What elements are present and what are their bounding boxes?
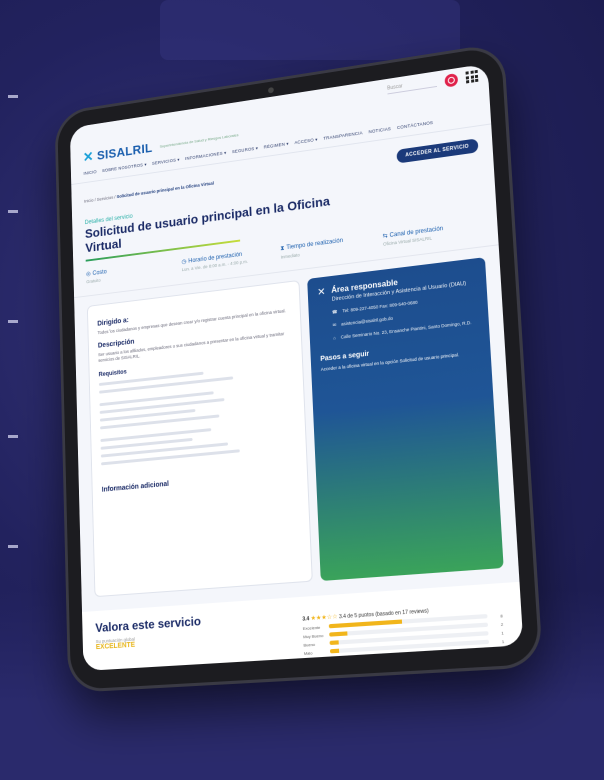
rating-bar-count: 1 [501,630,504,636]
nav-item[interactable]: SOBRE NOSOTROS ▾ [102,162,147,174]
star-icons[interactable]: ★★★☆☆ [311,614,338,622]
additional-info-heading: Información adicional [101,480,170,494]
rating-average: 3.4 [302,615,310,623]
rating-bar-count: 2 [500,621,504,627]
email-text: asistencia@sisalril.gob.do [341,315,394,327]
background-shape [160,0,460,60]
tablet-device: Buscar ✕ SISALRIL Superintendencia de Sa… [57,45,540,690]
background-dash [8,435,18,438]
rating-bar-label: Muy malo [304,657,322,665]
service-content: Dirigido a: Todos los ciudadanos y empre… [74,245,518,598]
service-details-card: Dirigido a: Todos los ciudadanos y empre… [86,279,313,598]
rating-bar-fill [329,640,339,646]
clock-icon: ◷ [181,258,187,266]
location-icon: ⌂ [333,335,336,341]
person-icon: ✕ [317,286,326,299]
record-icon[interactable] [444,72,459,88]
camera-icon [267,86,274,94]
background-dash [8,210,18,213]
search-input[interactable]: Buscar [387,77,438,94]
meta-label: Costo [92,269,107,277]
hourglass-icon: ⧗ [280,245,285,252]
rating-bar-count: 1 [501,638,505,645]
nav-item[interactable]: RÉGIMEN ▾ [264,141,289,150]
nav-item[interactable]: NOTICIAS [368,126,391,135]
rating-bar-label: Muy Bueno [303,632,324,640]
background-dash [8,95,18,98]
rating-bar-label: Excelente [302,624,321,631]
phone-text: Tel: 809-227-4050 Fax: 809-540-0680 [342,299,418,314]
nav-item[interactable]: INICIO [83,169,96,177]
rating-bar-label: Bueno [303,641,316,648]
rating-bar-count: 8 [500,612,503,619]
background-dash [8,545,18,548]
rating-bar-fill [328,619,403,629]
responsible-area-card: ✕ Área responsable Dirección de Interacc… [306,257,504,581]
logo-icon: ✕ [82,148,94,165]
nav-item[interactable]: ACCESO ▾ [294,137,317,146]
tablet-screen: Buscar ✕ SISALRIL Superintendencia de Sa… [69,63,524,672]
rating-bar-fill [329,649,340,654]
requirement-line [100,428,212,443]
requirement-line [99,391,215,407]
cost-icon: ◎ [85,271,91,278]
rating-bar-fill [329,631,348,638]
rating-bar-fill [330,655,376,663]
breadcrumb-trail[interactable]: Inicio / Servicios / [84,194,117,203]
nav-item[interactable]: CONTÁCTANOS [397,120,433,131]
meta-cost: ◎ Costo Gratuito [86,259,177,284]
nav-item[interactable]: TRANSPARENCIA [323,130,363,142]
rating-bar-count: 5 [502,647,505,653]
email-icon: ✉ [332,322,337,328]
meta-schedule: ◷ Horario de prestación Lun. a Vie. de 8:… [181,247,275,272]
meta-duration: ⧗ Tiempo de realización Inmediato [280,233,377,260]
rating-bar-label: Malo [303,650,313,656]
nav-item[interactable]: INFORMACIONES ▾ [185,150,226,162]
background-dash [8,320,18,323]
nav-item[interactable]: SERVICIOS ▾ [152,157,180,167]
rating-section: Valora este servicio Su puntuación globa… [82,581,524,672]
phone-icon: ☎ [331,308,338,315]
nav-item[interactable]: SEGUROS ▾ [232,146,258,156]
meta-channel: ⇆ Canal de prestación Oficina Virtual SIS… [382,220,483,247]
apps-grid-icon[interactable] [465,69,479,84]
channel-icon: ⇆ [382,233,388,240]
